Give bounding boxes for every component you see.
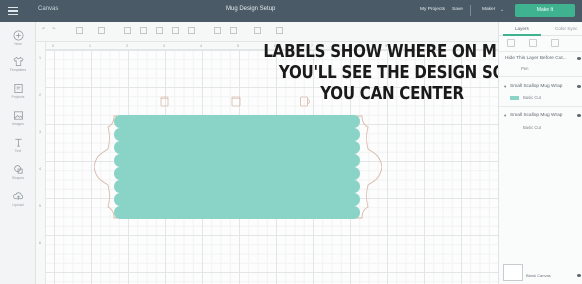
mug-center-label-icon xyxy=(231,96,241,107)
fill-select[interactable] xyxy=(98,27,105,34)
sidebar-item-shapes[interactable]: Shapes xyxy=(0,164,36,180)
layer-divider xyxy=(499,76,582,77)
undo-icon[interactable]: ↶ xyxy=(42,26,45,36)
machine-select[interactable]: Maker xyxy=(482,7,495,12)
sidebar-item-label: New xyxy=(14,42,22,46)
delete-icon[interactable] xyxy=(551,39,559,47)
image-icon xyxy=(13,111,23,120)
linetype-select[interactable] xyxy=(76,27,83,34)
visibility-eye-icon[interactable] xyxy=(577,57,581,60)
ruler-tick-label: 3 xyxy=(163,44,165,48)
ruler-tick-label: 2 xyxy=(39,93,41,97)
edit-button[interactable] xyxy=(140,27,147,34)
chevron-down-icon[interactable]: ▾ xyxy=(504,113,506,119)
ruler-tick-label: 5 xyxy=(39,204,41,208)
layer-operation: Basic Cut xyxy=(523,95,541,100)
size-width-field[interactable] xyxy=(214,27,221,34)
plus-icon xyxy=(13,30,23,41)
mug-handle-label-left-icon xyxy=(160,96,169,107)
panel-tabs: Layers Color Sync xyxy=(499,22,582,36)
layer-divider xyxy=(499,106,582,107)
ruler-tick-label: 1 xyxy=(39,56,41,60)
sidebar-item-text[interactable]: Text xyxy=(0,137,36,153)
size-height-field[interactable] xyxy=(230,27,237,34)
visibility-eye-icon[interactable] xyxy=(577,85,581,88)
blank-canvas-swatch[interactable] xyxy=(503,264,523,281)
left-ruler: 1 2 3 4 5 6 xyxy=(36,42,46,284)
chevron-down-icon[interactable]: ⌄ xyxy=(500,7,504,13)
tutorial-annotation: LABELS SHOW WHERE ON MUG YOU'LL SEE THE … xyxy=(263,42,521,105)
visibility-eye-icon[interactable] xyxy=(577,114,581,117)
make-it-button[interactable]: Make It xyxy=(515,4,575,17)
select-all-button[interactable] xyxy=(124,27,131,34)
layer-name: Small Scallop Mug Wrap xyxy=(510,113,563,118)
annotation-line-1: LABELS SHOW WHERE ON MUG xyxy=(263,42,521,62)
projects-icon xyxy=(13,84,23,93)
left-sidebar: New Templates Projects Images Text Shape… xyxy=(0,22,36,284)
sidebar-item-upload[interactable]: Upload xyxy=(0,191,36,207)
sidebar-item-new[interactable]: New xyxy=(0,30,36,46)
app-title: Canvas xyxy=(38,6,59,12)
ruler-tick-label: 3 xyxy=(39,130,41,134)
annotation-line-3: YOU CAN CENTER xyxy=(320,84,464,104)
ruler-tick-label: 2 xyxy=(126,44,128,48)
tab-layers[interactable]: Layers xyxy=(515,26,529,31)
ruler-tick-label: 0 xyxy=(52,44,54,48)
ruler-tick-label: 5 xyxy=(237,44,239,48)
redo-icon[interactable]: ↷ xyxy=(52,26,55,36)
ruler-tick-label: 1 xyxy=(89,44,91,48)
shapes-icon xyxy=(13,165,23,174)
position-field[interactable] xyxy=(276,27,283,34)
ruler-tick-label: 4 xyxy=(39,167,41,171)
ruler-tick-label: 6 xyxy=(39,241,41,245)
arrange-button[interactable] xyxy=(172,27,179,34)
my-projects-link[interactable]: My Projects xyxy=(420,7,445,12)
layer-color-swatch[interactable] xyxy=(510,96,519,100)
shirt-icon xyxy=(12,56,24,66)
chevron-down-icon[interactable]: ▾ xyxy=(504,84,506,90)
top-bar: Canvas Mug Design Setup My Projects Save… xyxy=(0,0,582,22)
sidebar-item-templates[interactable]: Templates xyxy=(0,56,36,72)
text-icon xyxy=(14,138,22,147)
hamburger-menu-icon[interactable] xyxy=(8,7,18,15)
layer-actions xyxy=(499,36,582,52)
align-button[interactable] xyxy=(156,27,163,34)
tab-color-sync[interactable]: Color Sync xyxy=(555,26,577,31)
sidebar-item-projects[interactable]: Projects xyxy=(0,83,36,99)
layer-operation: Pen xyxy=(521,66,529,71)
sidebar-item-label: Templates xyxy=(9,68,27,72)
sidebar-item-label: Projects xyxy=(11,95,25,99)
blank-canvas-label: Blank Canvas xyxy=(526,273,551,278)
sidebar-item-label: Upload xyxy=(12,203,24,207)
flip-button[interactable] xyxy=(188,27,195,34)
sidebar-item-label: Text xyxy=(14,149,22,153)
layers-panel: Layers Color Sync Hide This Layer Before… xyxy=(498,22,582,284)
annotation-line-2: YOU'LL SEE THE DESIGN SO xyxy=(278,63,506,83)
layer-name: Hide This Layer Before Cut... xyxy=(505,56,567,61)
duplicate-icon[interactable] xyxy=(529,39,537,47)
layer-operation: Basic Cut xyxy=(523,125,541,130)
topbar-divider xyxy=(470,5,471,16)
group-icon[interactable] xyxy=(507,39,515,47)
save-button[interactable]: Save xyxy=(452,7,463,12)
rotate-field[interactable] xyxy=(254,27,261,34)
visibility-eye-icon[interactable] xyxy=(577,274,581,277)
upload-icon xyxy=(12,192,23,200)
sidebar-item-label: Images xyxy=(12,122,24,126)
edit-toolbar: ↶ ↷ xyxy=(36,22,498,42)
sidebar-item-label: Shapes xyxy=(11,176,25,180)
project-title: Mug Design Setup xyxy=(226,6,276,12)
scallop-mug-wrap-design[interactable] xyxy=(114,115,360,219)
layer-name: Small Scallop Mug Wrap xyxy=(510,84,563,89)
ruler-tick-label: 4 xyxy=(200,44,202,48)
sidebar-item-images[interactable]: Images xyxy=(0,110,36,126)
